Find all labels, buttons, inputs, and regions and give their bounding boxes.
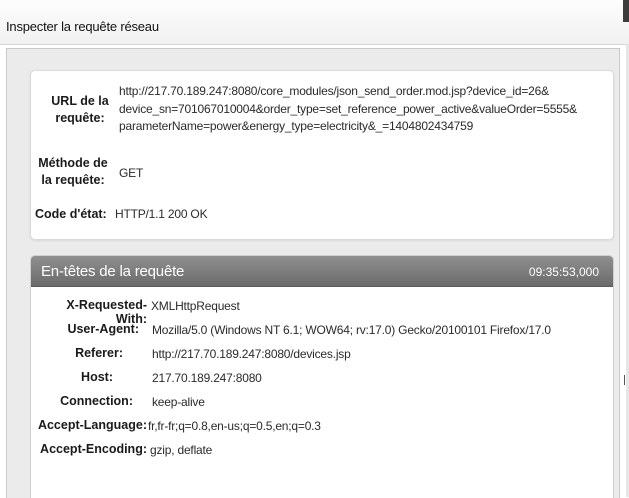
url-label: URL de la requête:: [45, 93, 115, 127]
status-label: Code d'état:: [35, 206, 107, 223]
header-row-referer: Referer: http://217.70.189.247:8080/devi…: [31, 344, 613, 366]
header-row-host: Host: 217.70.189.247:8080: [31, 368, 613, 390]
header-value: http://217.70.189.247:8080/devices.jsp: [152, 347, 351, 361]
header-row-x-requested-with: X-Requested-With: XMLHttpRequest: [31, 296, 613, 326]
header-name: Referer:: [75, 346, 123, 360]
url-value[interactable]: http://217.70.189.247:8080/core_modules/…: [119, 83, 609, 136]
header-name: Accept-Encoding:: [40, 442, 147, 456]
header-name: Accept-Language:: [37, 418, 147, 432]
method-label: Méthode de la requête:: [35, 155, 111, 189]
url-line: device_sn=701067010004&order_type=set_re…: [119, 101, 577, 116]
request-headers-title: En-têtes de la requête: [41, 263, 185, 280]
window-title: Inspecter la requête réseau: [6, 19, 159, 34]
status-value: HTTP/1.1 200 OK: [115, 207, 208, 221]
request-info-card: URL de la requête: http://217.70.189.247…: [30, 70, 614, 240]
window-titlebar: Inspecter la requête réseau: [0, 0, 629, 45]
url-line: http://217.70.189.247:8080/core_modules/…: [119, 84, 549, 98]
header-value: fr,fr-fr;q=0.8,en-us;q=0.5,en;q=0.3: [148, 419, 321, 433]
method-label-text: Méthode de la requête:: [38, 156, 108, 187]
url-label-text: URL de la requête:: [51, 94, 109, 125]
request-headers-header[interactable]: En-têtes de la requête 09:35:53,000: [31, 256, 613, 287]
header-value: keep-alive: [152, 395, 205, 409]
header-name: User-Agent:: [67, 322, 139, 336]
window-frame-edge: [623, 0, 629, 22]
url-line: parameterName=power&energy_type=electric…: [119, 119, 474, 133]
request-headers-time: 09:35:53,000: [528, 265, 599, 279]
header-name: Host:: [81, 370, 113, 384]
resize-grip[interactable]: [624, 375, 625, 385]
method-value: GET: [119, 166, 144, 180]
header-value: Mozilla/5.0 (Windows NT 6.1; WOW64; rv:1…: [152, 323, 551, 337]
header-row-connection: Connection: keep-alive: [31, 392, 613, 414]
status-label-text: Code d'état:: [35, 207, 107, 221]
header-row-user-agent: User-Agent: Mozilla/5.0 (Windows NT 6.1;…: [31, 320, 613, 342]
header-name: Connection:: [60, 394, 133, 408]
request-headers-section: En-têtes de la requête 09:35:53,000 X-Re…: [30, 255, 614, 498]
header-row-accept-language: Accept-Language: fr,fr-fr;q=0.8,en-us;q=…: [31, 416, 613, 438]
header-value: 217.70.189.247:8080: [152, 371, 262, 385]
header-value: XMLHttpRequest: [151, 299, 240, 313]
header-row-accept-encoding: Accept-Encoding: gzip, deflate: [31, 440, 613, 462]
header-value: gzip, deflate: [150, 443, 213, 457]
